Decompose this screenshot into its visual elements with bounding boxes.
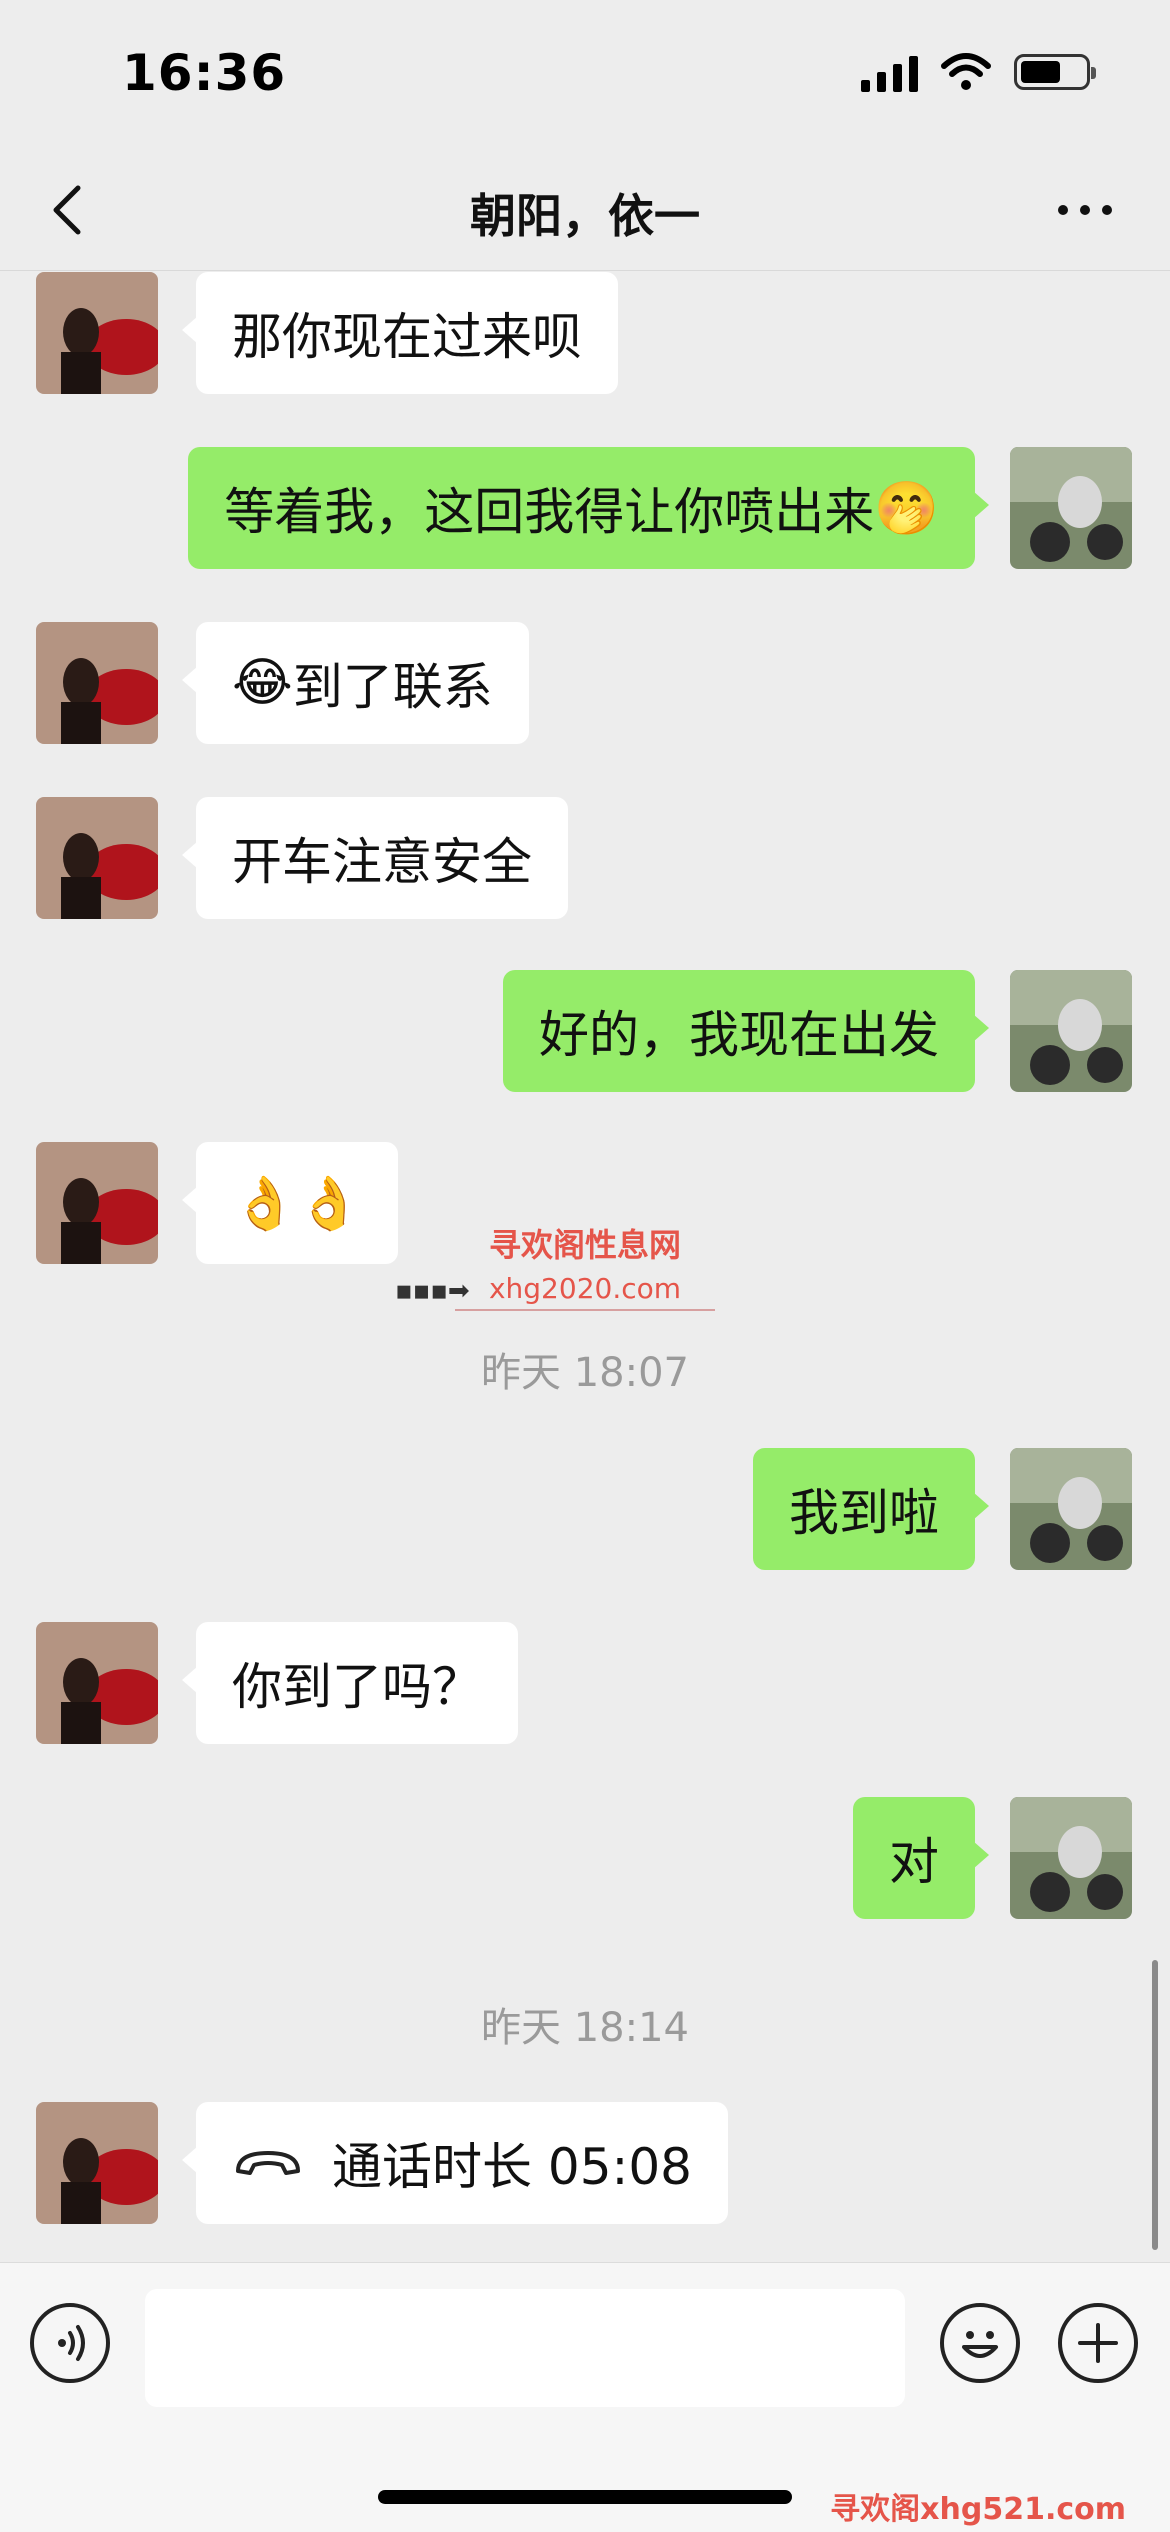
- emoji: 👌👌: [232, 1173, 362, 1234]
- contact-avatar[interactable]: [36, 1142, 158, 1264]
- home-indicator: [378, 2490, 792, 2504]
- status-time: 16:36: [122, 44, 287, 102]
- message-bubble[interactable]: 我到啦: [753, 1448, 989, 1570]
- status-icons: [861, 52, 1096, 92]
- message-bubble[interactable]: 对: [853, 1797, 989, 1919]
- status-bar: 16:36: [0, 0, 1170, 150]
- contact-avatar[interactable]: [36, 2102, 158, 2224]
- watermark-title: 寻欢阁性息网: [488, 1226, 681, 1264]
- contact-avatar[interactable]: [36, 1622, 158, 1744]
- chat-screen: 16:36 朝阳，依一 那你现在过来呗 等着我，这回我得让你喷出来 🤭 😂 到了…: [0, 0, 1170, 2532]
- message-bubble[interactable]: 开车注意安全: [182, 797, 568, 919]
- plus-icon: [1078, 2323, 1118, 2363]
- message-text: 开车注意安全: [232, 833, 532, 891]
- voice-icon: [58, 2325, 85, 2361]
- call-record-bubble[interactable]: 通话时长 05:08: [182, 2102, 728, 2224]
- nav-bar: 朝阳，依一: [0, 150, 1170, 271]
- scroll-indicator[interactable]: [1152, 1960, 1158, 2250]
- message-text: 好的，我现在出发: [539, 1006, 939, 1064]
- arrow-icon: ▪▪▪➡: [395, 1276, 470, 1306]
- message-bubble[interactable]: 那你现在过来呗: [182, 272, 618, 394]
- call-duration-text: 通话时长 05:08: [332, 2138, 692, 2196]
- contact-avatar[interactable]: [36, 797, 158, 919]
- message-bubble[interactable]: 😂 到了联系: [182, 622, 529, 744]
- emoji: 🤭: [874, 478, 939, 539]
- contact-avatar[interactable]: [36, 272, 158, 394]
- signal-icon: [861, 52, 918, 92]
- message-text: 对: [889, 1833, 939, 1891]
- emoji: 😂: [232, 653, 293, 713]
- phone-icon: [236, 2151, 300, 2175]
- emoji-icon: [962, 2331, 998, 2358]
- message-text: 我到啦: [789, 1484, 939, 1542]
- my-avatar[interactable]: [1010, 970, 1132, 1092]
- my-avatar[interactable]: [1010, 447, 1132, 569]
- message-text: 等着我，这回我得让你喷出来: [224, 483, 875, 541]
- plus-button[interactable]: [1058, 2303, 1138, 2383]
- voice-button[interactable]: [30, 2303, 110, 2383]
- message-bubble[interactable]: 👌👌: [182, 1142, 398, 1264]
- timestamp: 昨天 18:07: [481, 1350, 689, 1396]
- watermark: 寻欢阁性息网 xhg2020.com ▪▪▪➡: [395, 1220, 715, 1311]
- my-avatar[interactable]: [1010, 1448, 1132, 1570]
- emoji-button[interactable]: [940, 2303, 1020, 2383]
- watermark-url: xhg2020.com: [455, 1272, 715, 1311]
- contact-avatar[interactable]: [36, 622, 158, 744]
- more-button[interactable]: [1040, 180, 1130, 240]
- battery-icon: [1014, 54, 1096, 90]
- corner-watermark: 寻欢阁xhg521.com: [830, 2492, 1126, 2527]
- message-bubble[interactable]: 等着我，这回我得让你喷出来 🤭: [188, 447, 989, 569]
- wifi-icon: [941, 53, 991, 90]
- message-bubble[interactable]: 好的，我现在出发: [503, 970, 989, 1092]
- timestamp: 昨天 18:14: [481, 2005, 689, 2051]
- message-bubble[interactable]: 你到了吗？: [182, 1622, 518, 1744]
- more-icon: [1058, 205, 1068, 215]
- my-avatar[interactable]: [1010, 1797, 1132, 1919]
- chat-title: 朝阳，依一: [470, 189, 700, 243]
- message-input[interactable]: [145, 2289, 905, 2407]
- message-text: 那你现在过来呗: [232, 308, 582, 366]
- message-text: 到了联系: [292, 658, 493, 716]
- message-text: 你到了吗？: [232, 1658, 482, 1716]
